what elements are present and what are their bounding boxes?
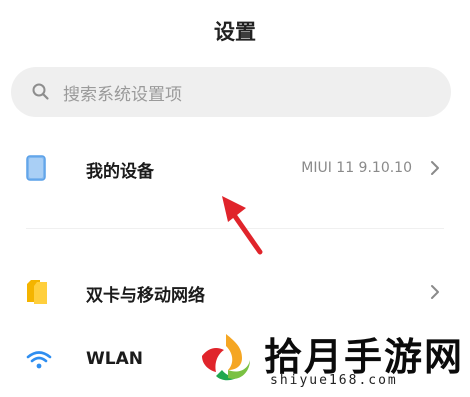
settings-item-label: 我的设备 [86,162,154,182]
brand-logo-icon [196,328,256,388]
settings-item-label: 双卡与移动网络 [86,286,205,306]
watermark: 拾月手游网 shiyue168.com [194,322,470,397]
chevron-right-icon [431,285,439,299]
sim-card-icon [27,280,47,304]
settings-item-label: WLAN [86,349,143,369]
settings-item-dual-sim[interactable]: 双卡与移动网络 [0,272,470,312]
page-title: 设置 [214,20,256,44]
chevron-right-icon [431,161,439,175]
settings-item-my-device[interactable]: 我的设备 MIUI 11 9.10.10 [0,148,470,188]
search-icon [32,83,49,100]
miui-version-value: MIUI 11 9.10.10 [301,160,412,176]
search-input[interactable]: 搜索系统设置项 [63,80,182,105]
wifi-icon [26,351,52,369]
search-bar[interactable]: 搜索系统设置项 [11,67,451,117]
watermark-url: shiyue168.com [270,373,398,388]
device-icon [26,155,46,181]
annotation-arrow-icon [222,196,263,255]
